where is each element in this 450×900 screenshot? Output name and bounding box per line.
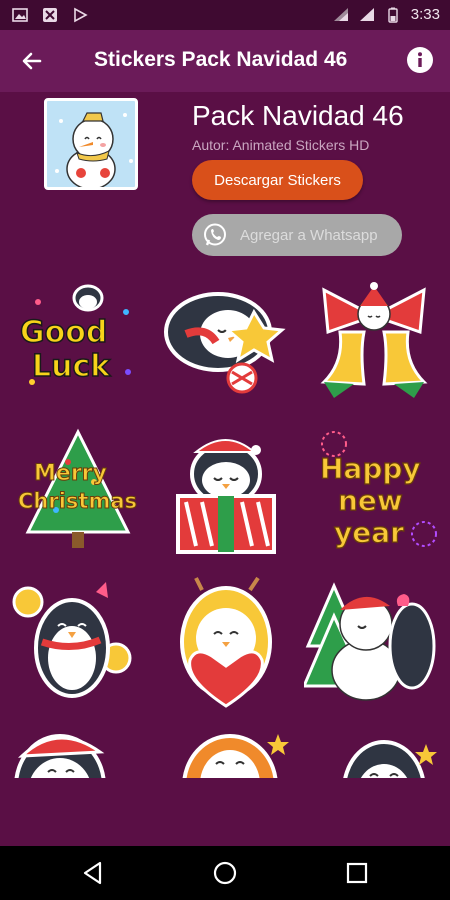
system-nav-bar [0,846,450,900]
svg-text:Good: Good [20,315,107,350]
svg-text:Happy: Happy [320,452,421,485]
nav-home-icon[interactable] [212,860,238,886]
happy-new-year-sticker[interactable]: Happy new year [304,422,444,562]
add-to-whatsapp-label: Agregar a Whatsapp [240,226,378,244]
svg-text:Merry: Merry [34,461,107,486]
svg-text:Christmas: Christmas [18,489,137,513]
svg-text:year: year [334,516,404,549]
penguin-hood-sticker[interactable] [160,722,300,778]
pack-author: Autor: Animated Stickers HD [192,137,370,153]
arrow-back-icon[interactable] [20,49,44,73]
svg-text:Luck: Luck [32,349,111,384]
wifi-icon [333,7,348,21]
status-time: 3:33 [410,6,440,23]
penguin-sleeping-star-sticker[interactable] [156,272,296,412]
app-bar: Stickers Pack Navidad 46 [0,30,450,92]
svg-text:new: new [338,484,403,517]
penguin-heart-sticker[interactable] [156,576,296,716]
christmas-bells-sticker[interactable] [304,272,444,412]
pack-name: Pack Navidad 46 [192,100,404,131]
penguin-sticker[interactable] [304,726,444,778]
add-to-whatsapp-button[interactable]: Agregar a Whatsapp [192,214,402,256]
merry-christmas-sticker[interactable]: Merry Christmas [8,422,148,562]
page-title: Stickers Pack Navidad 46 [94,48,348,71]
pack-header: Pack Navidad 46 Autor: Animated Stickers… [0,92,450,272]
whatsapp-icon [204,223,226,246]
battery-icon [388,7,398,23]
nav-recents-icon[interactable] [344,860,370,886]
app-notification-icon [43,8,57,22]
good-luck-sticker[interactable]: Good Luck [8,272,148,412]
penguin-cheerleader-sticker[interactable] [8,576,148,716]
penguin-santa-hat-sticker[interactable] [8,726,148,778]
snowman-tray-icon [44,98,138,190]
download-stickers-button[interactable]: Descargar Stickers [192,160,363,200]
play-store-icon [74,7,88,23]
sticker-grid: Good Luck Merry Christmas Happy new year [0,272,450,778]
gallery-icon [12,8,28,22]
info-icon[interactable] [406,46,434,74]
nav-back-icon[interactable] [80,860,106,886]
status-bar: 3:33 [0,0,450,30]
penguin-gift-sticker[interactable] [156,422,296,562]
signal-icon [359,7,374,21]
snowman-penguin-kiss-sticker[interactable] [301,576,444,716]
